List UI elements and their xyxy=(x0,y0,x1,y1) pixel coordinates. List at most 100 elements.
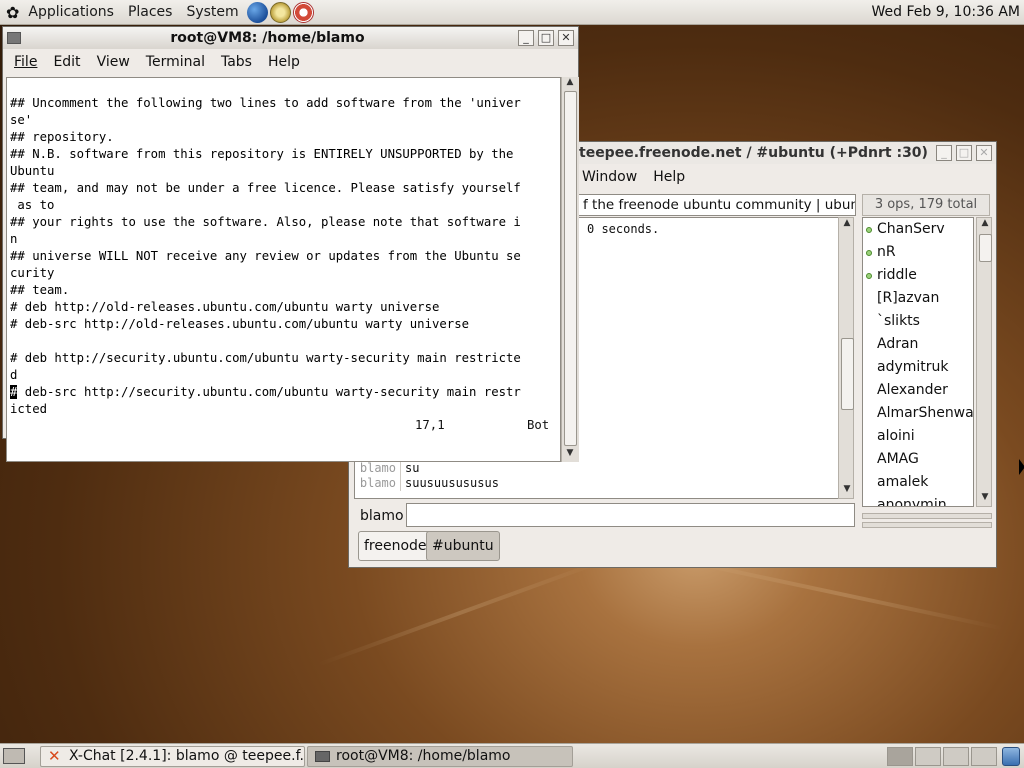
top-panel: ✿ Applications Places System Wed Feb 9, … xyxy=(0,0,1024,25)
web-browser-icon[interactable] xyxy=(246,1,268,23)
user-name: adymitruk xyxy=(877,359,949,375)
message-nick[interactable]: blamo xyxy=(355,461,400,476)
terminal-app-icon xyxy=(315,751,330,762)
userlist-scrollbar[interactable]: ▲ ▼ xyxy=(976,217,992,507)
user-name: nR xyxy=(877,244,896,260)
close-button[interactable]: ✕ xyxy=(976,145,992,161)
user-name: AMAG xyxy=(877,451,919,467)
scroll-down-arrow[interactable]: ▼ xyxy=(977,492,993,506)
user-list-item[interactable]: aloini xyxy=(863,425,973,448)
taskbar-item-terminal[interactable]: root@VM8: /home/blamo xyxy=(307,746,573,767)
user-list-item[interactable]: amalek xyxy=(863,471,973,494)
terminal-window-icon[interactable] xyxy=(7,32,21,44)
taskbar-label: X-Chat [2.4.1]: blamo @ teepee.f... xyxy=(69,748,305,764)
xchat-app-icon: ✕ xyxy=(48,747,61,765)
userlist-button-bar[interactable] xyxy=(862,522,992,528)
user-name: `slikts xyxy=(877,313,920,329)
terminal-window: root@VM8: /home/blamo _ □ ✕ File Edit Vi… xyxy=(2,26,579,462)
scroll-up-arrow[interactable]: ▲ xyxy=(839,218,855,232)
menu-help[interactable]: Help xyxy=(645,169,693,185)
op-status-icon xyxy=(866,250,872,256)
userlist-scroll-thumb[interactable] xyxy=(979,234,992,262)
user-list-item[interactable]: Alexander xyxy=(863,379,973,402)
user-name: aloini xyxy=(877,428,915,444)
user-name: amalek xyxy=(877,474,929,490)
chat-fragment: 0 seconds. xyxy=(587,222,660,236)
message-text: suusuusususus xyxy=(400,476,499,491)
trash-icon[interactable] xyxy=(1002,747,1020,766)
terminal-screen[interactable]: ## Uncomment the following two lines to … xyxy=(6,77,561,462)
userlist-button-bar[interactable] xyxy=(862,513,992,519)
xchat-title: teepee.freenode.net / #ubuntu (+Pdnrt :3… xyxy=(579,145,928,161)
menu-view[interactable]: View xyxy=(89,54,138,70)
menu-file[interactable]: File xyxy=(6,54,45,70)
menu-help[interactable]: Help xyxy=(260,54,308,70)
chat-input[interactable] xyxy=(406,503,855,527)
user-list-item[interactable]: riddle xyxy=(863,264,973,287)
chat-scroll-thumb[interactable] xyxy=(841,338,854,410)
scroll-position: Bot xyxy=(527,418,550,432)
system-menu[interactable]: System xyxy=(179,4,245,20)
scroll-down-arrow[interactable]: ▼ xyxy=(562,448,578,462)
taskbar-item-xchat[interactable]: ✕ X-Chat [2.4.1]: blamo @ teepee.f... xyxy=(40,746,305,767)
terminal-title: root@VM8: /home/blamo xyxy=(170,30,365,46)
terminal-line: # deb http://old-releases.ubuntu.com/ubu… xyxy=(10,300,440,314)
workspace-4[interactable] xyxy=(971,747,997,766)
terminal-line: Ubuntu xyxy=(10,164,55,178)
scroll-down-arrow[interactable]: ▼ xyxy=(839,484,855,498)
cursor-position: 17,1 xyxy=(415,418,445,432)
user-list-item[interactable]: adymitruk xyxy=(863,356,973,379)
applications-menu[interactable]: Applications xyxy=(21,4,121,20)
user-list-item[interactable]: nR xyxy=(863,241,973,264)
workspace-2[interactable] xyxy=(915,747,941,766)
terminal-line: ## universe WILL NOT receive any review … xyxy=(10,249,521,263)
user-list-item[interactable]: [R]azvan xyxy=(863,287,973,310)
user-list-item[interactable]: AMAG xyxy=(863,448,973,471)
workspace-1[interactable] xyxy=(887,747,913,766)
workspace-3[interactable] xyxy=(943,747,969,766)
scroll-up-arrow[interactable]: ▲ xyxy=(562,77,578,91)
menu-tabs[interactable]: Tabs xyxy=(213,54,260,70)
gnome-foot-icon[interactable]: ✿ xyxy=(0,3,21,22)
panel-clock[interactable]: Wed Feb 9, 10:36 AM xyxy=(872,4,1020,20)
message-text: su xyxy=(400,461,419,476)
email-client-icon[interactable] xyxy=(269,1,291,23)
tab-freenode[interactable]: freenode xyxy=(358,531,433,561)
close-button[interactable]: ✕ xyxy=(558,30,574,46)
terminal-scrollbar[interactable]: ▲ ▼ xyxy=(561,77,579,462)
topic-field[interactable]: f the freenode ubuntu community | ubuntu xyxy=(578,194,856,216)
op-status-icon xyxy=(866,273,872,279)
terminal-line: ## repository. xyxy=(10,130,114,144)
chat-message: blamo su xyxy=(355,461,835,476)
terminal-text: ## Uncomment the following two lines to … xyxy=(7,78,560,418)
menu-window[interactable]: Window xyxy=(574,169,645,185)
message-nick[interactable]: blamo xyxy=(355,476,400,491)
terminal-titlebar[interactable]: root@VM8: /home/blamo _ □ ✕ xyxy=(3,27,578,49)
user-list[interactable]: ChanServ nR riddle [R]azvan `slikts Adran adym… xyxy=(862,217,974,507)
user-list-item[interactable]: anonymin xyxy=(863,494,973,506)
user-name: Adran xyxy=(877,336,919,352)
help-lifebuoy-icon[interactable] xyxy=(292,1,314,23)
terminal-scroll-thumb[interactable] xyxy=(564,91,577,446)
user-list-item[interactable]: Adran xyxy=(863,333,973,356)
terminal-cursor-line: # deb-src http://security.ubuntu.com/ubu… xyxy=(10,384,560,401)
terminal-line: ## your rights to use the software. Also… xyxy=(10,215,521,229)
menu-edit[interactable]: Edit xyxy=(45,54,88,70)
show-desktop-icon[interactable] xyxy=(3,748,25,764)
places-menu[interactable]: Places xyxy=(121,4,180,20)
tab-ubuntu[interactable]: #ubuntu xyxy=(426,531,500,561)
minimize-button[interactable]: _ xyxy=(936,145,952,161)
menu-terminal[interactable]: Terminal xyxy=(138,54,213,70)
user-list-item[interactable]: AlmarShenwar xyxy=(863,402,973,425)
user-list-item[interactable]: `slikts xyxy=(863,310,973,333)
nick-button[interactable]: blamo xyxy=(360,508,404,524)
chat-scrollbar[interactable]: ▲ ▼ xyxy=(838,217,854,499)
maximize-button[interactable]: □ xyxy=(538,30,554,46)
minimize-button[interactable]: _ xyxy=(518,30,534,46)
maximize-button[interactable]: □ xyxy=(956,145,972,161)
user-list-item[interactable]: ChanServ xyxy=(863,218,973,241)
op-status-icon xyxy=(866,227,872,233)
scroll-up-arrow[interactable]: ▲ xyxy=(977,218,993,232)
terminal-line: ## Uncomment the following two lines to … xyxy=(10,96,521,110)
terminal-line: as to xyxy=(10,198,55,212)
